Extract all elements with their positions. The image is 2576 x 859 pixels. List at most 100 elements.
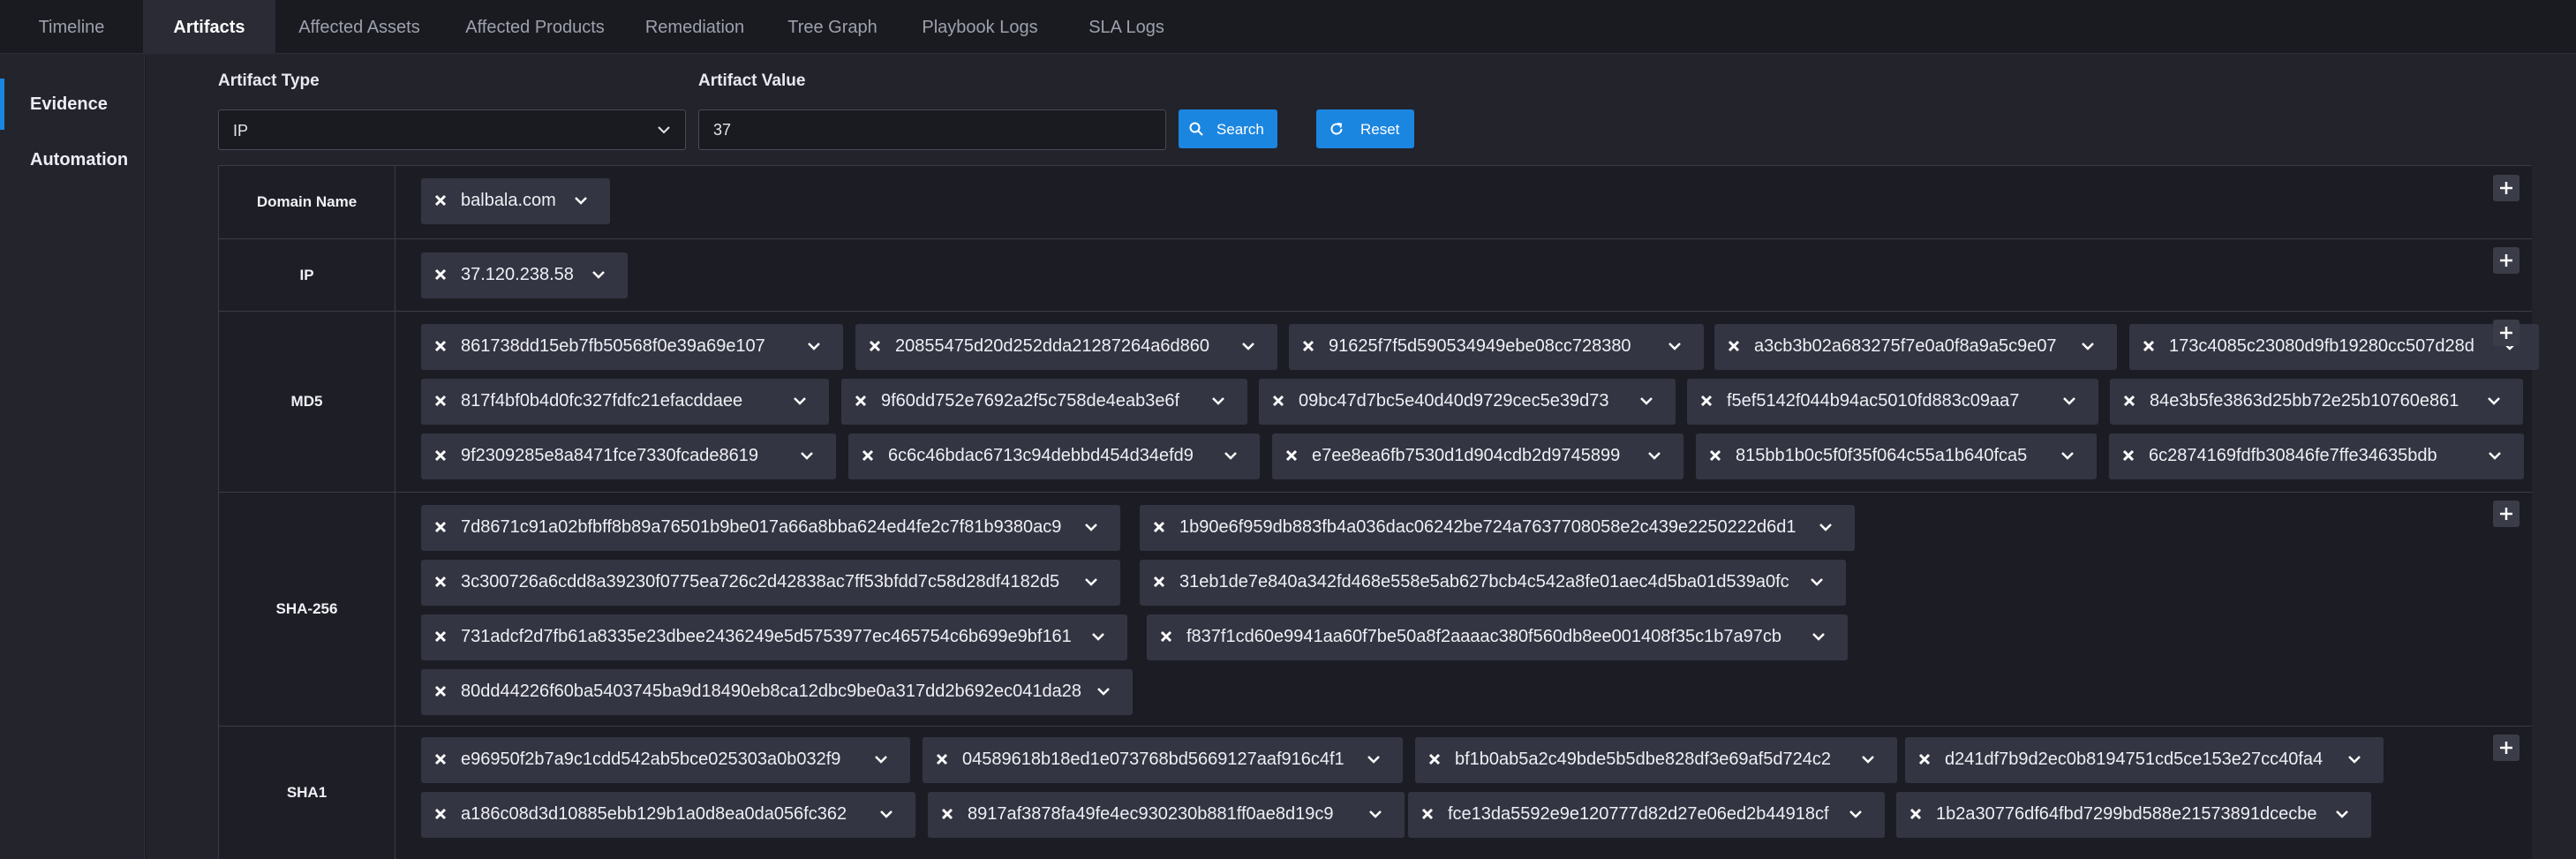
tab-timeline[interactable]: Timeline bbox=[19, 0, 124, 54]
tab-artifacts[interactable]: Artifacts bbox=[143, 0, 275, 54]
chevron-down-icon[interactable] bbox=[1083, 521, 1099, 535]
close-icon[interactable] bbox=[940, 807, 954, 821]
artifact-tag[interactable]: bf1b0ab5a2c49bde5b5dbe828df3e69af5d724c2 bbox=[1415, 737, 1897, 783]
close-icon[interactable] bbox=[1699, 394, 1714, 408]
chevron-down-icon[interactable] bbox=[1646, 449, 1662, 463]
chevron-down-icon[interactable] bbox=[1366, 753, 1382, 767]
close-icon[interactable] bbox=[1159, 629, 1173, 644]
close-icon[interactable] bbox=[1427, 752, 1442, 766]
close-icon[interactable] bbox=[868, 339, 882, 353]
chevron-down-icon[interactable] bbox=[1860, 753, 1876, 767]
artifact-tag[interactable]: 84e3b5fe3863d25bb72e25b10760e861 bbox=[2110, 379, 2523, 425]
artifact-tag[interactable]: f837f1cd60e9941aa60f7be50a8f2aaaac380f56… bbox=[1147, 614, 1848, 660]
tab-sla-logs[interactable]: SLA Logs bbox=[1082, 0, 1171, 54]
artifact-tag[interactable]: fce13da5592e9e120777d82d27e06ed2b44918cf bbox=[1408, 792, 1885, 838]
artifact-tag[interactable]: 731adcf2d7fb61a8335e23dbee2436249e5d5753… bbox=[421, 614, 1127, 660]
artifact-tag[interactable]: e7ee8ea6fb7530d1d904cdb2d9745899 bbox=[1272, 433, 1683, 479]
artifact-tag[interactable]: 91625f7f5d590534949ebe08cc728380 bbox=[1289, 324, 1704, 370]
artifact-value-input[interactable] bbox=[698, 109, 1166, 150]
artifact-tag[interactable]: 1b90e6f959db883fb4a036dac06242be724a7637… bbox=[1140, 505, 1855, 551]
close-icon[interactable] bbox=[1708, 448, 1722, 463]
close-icon[interactable] bbox=[433, 339, 448, 353]
close-icon[interactable] bbox=[1909, 807, 1923, 821]
close-icon[interactable] bbox=[2121, 448, 2135, 463]
close-icon[interactable] bbox=[1420, 807, 1435, 821]
chevron-down-icon[interactable] bbox=[1848, 808, 1864, 822]
close-icon[interactable] bbox=[1301, 339, 1315, 353]
close-icon[interactable] bbox=[433, 684, 448, 698]
close-icon[interactable] bbox=[2122, 394, 2136, 408]
chevron-down-icon[interactable] bbox=[591, 268, 606, 283]
chevron-down-icon[interactable] bbox=[1809, 576, 1825, 590]
close-icon[interactable] bbox=[1727, 339, 1741, 353]
chevron-down-icon[interactable] bbox=[2346, 753, 2362, 767]
chevron-down-icon[interactable] bbox=[2487, 449, 2503, 463]
chevron-down-icon[interactable] bbox=[878, 808, 894, 822]
artifact-tag[interactable]: e96950f2b7a9c1cdd542ab5bce025303a0b032f9 bbox=[421, 737, 910, 783]
artifact-tag[interactable]: f5ef5142f044b94ac5010fd883c09aa7 bbox=[1687, 379, 2098, 425]
chevron-down-icon[interactable] bbox=[1210, 395, 1226, 409]
chevron-down-icon[interactable] bbox=[2080, 340, 2096, 354]
artifact-tag[interactable]: 04589618b18ed1e073768bd5669127aaf916c4f1 bbox=[923, 737, 1403, 783]
artifact-tag[interactable]: 815bb1b0c5f0f35f064c55a1b640fca5 bbox=[1696, 433, 2097, 479]
chevron-down-icon[interactable] bbox=[1638, 395, 1654, 409]
chevron-down-icon[interactable] bbox=[873, 753, 889, 767]
artifact-tag[interactable]: a3cb3b02a683275f7e0a0f8a9a5c9e07 bbox=[1714, 324, 2117, 370]
chevron-down-icon[interactable] bbox=[799, 449, 815, 463]
add-artifact-button[interactable] bbox=[2493, 501, 2520, 527]
tab-remediation[interactable]: Remediation bbox=[643, 0, 747, 54]
close-icon[interactable] bbox=[1917, 752, 1932, 766]
chevron-down-icon[interactable] bbox=[1083, 576, 1099, 590]
artifact-tag[interactable]: 31eb1de7e840a342fd468e558e5ab627bcb4c542… bbox=[1140, 560, 1846, 606]
search-button[interactable]: Search bbox=[1179, 109, 1277, 148]
artifact-tag[interactable]: 37.120.238.58 bbox=[421, 252, 628, 298]
artifact-tag[interactable]: 8917af3878fa49fe4ec930230b881ff0ae8d19c9 bbox=[928, 792, 1405, 838]
artifact-tag[interactable]: 80dd44226f60ba5403745ba9d18490eb8ca12dbc… bbox=[421, 669, 1133, 715]
artifact-tag[interactable]: 9f60dd752e7692a2f5c758de4eab3e6f bbox=[841, 379, 1247, 425]
sidenav-item-automation[interactable]: Automation bbox=[0, 134, 145, 185]
close-icon[interactable] bbox=[1152, 575, 1166, 589]
chevron-down-icon[interactable] bbox=[1240, 340, 1256, 354]
chevron-down-icon[interactable] bbox=[1667, 340, 1683, 354]
chevron-down-icon[interactable] bbox=[1223, 449, 1239, 463]
tab-playbook-logs[interactable]: Playbook Logs bbox=[918, 0, 1042, 54]
chevron-down-icon[interactable] bbox=[1096, 685, 1111, 699]
close-icon[interactable] bbox=[433, 807, 448, 821]
tab-affected-products[interactable]: Affected Products bbox=[459, 0, 611, 54]
artifact-tag[interactable]: d241df7b9d2ec0b8194751cd5ce153e27cc40fa4 bbox=[1905, 737, 2384, 783]
chevron-down-icon[interactable] bbox=[2060, 449, 2075, 463]
close-icon[interactable] bbox=[433, 448, 448, 463]
reset-button[interactable]: Reset bbox=[1316, 109, 1414, 148]
artifact-tag[interactable]: 6c6c46bdac6713c94debbd454d34efd9 bbox=[848, 433, 1260, 479]
chevron-down-icon[interactable] bbox=[1090, 630, 1106, 644]
artifact-tag[interactable]: 817f4bf0b4d0fc327fdfc21efacddaee bbox=[421, 379, 829, 425]
close-icon[interactable] bbox=[1284, 448, 1299, 463]
close-icon[interactable] bbox=[935, 752, 949, 766]
artifact-tag[interactable]: 20855475d20d252dda21287264a6d860 bbox=[855, 324, 1277, 370]
chevron-down-icon[interactable] bbox=[806, 340, 822, 354]
artifact-type-select[interactable]: IP bbox=[218, 109, 686, 150]
tab-affected-assets[interactable]: Affected Assets bbox=[293, 0, 426, 54]
close-icon[interactable] bbox=[433, 575, 448, 589]
close-icon[interactable] bbox=[861, 448, 875, 463]
chevron-down-icon[interactable] bbox=[1811, 630, 1827, 644]
close-icon[interactable] bbox=[433, 267, 448, 282]
close-icon[interactable] bbox=[854, 394, 868, 408]
close-icon[interactable] bbox=[433, 394, 448, 408]
artifact-tag[interactable]: balbala.com bbox=[421, 178, 610, 224]
close-icon[interactable] bbox=[433, 520, 448, 534]
close-icon[interactable] bbox=[1271, 394, 1285, 408]
chevron-down-icon[interactable] bbox=[573, 194, 589, 208]
artifact-tag[interactable]: 9f2309285e8a8471fce7330fcade8619 bbox=[421, 433, 836, 479]
artifact-tag[interactable]: 09bc47d7bc5e40d40d9729cec5e39d73 bbox=[1259, 379, 1676, 425]
chevron-down-icon[interactable] bbox=[792, 395, 808, 409]
sidenav-item-evidence[interactable]: Evidence bbox=[0, 79, 145, 130]
chevron-down-icon[interactable] bbox=[2061, 395, 2077, 409]
artifact-tag[interactable]: 7d8671c91a02bfbff8b89a76501b9be017a66a8b… bbox=[421, 505, 1120, 551]
chevron-down-icon[interactable] bbox=[2334, 808, 2350, 822]
close-icon[interactable] bbox=[433, 629, 448, 644]
artifact-tag[interactable]: 6c2874169fdfb30846fe7ffe34635bdb bbox=[2109, 433, 2524, 479]
artifact-tag[interactable]: 861738dd15eb7fb50568f0e39a69e107 bbox=[421, 324, 843, 370]
chevron-down-icon[interactable] bbox=[1367, 808, 1383, 822]
chevron-down-icon[interactable] bbox=[1818, 521, 1834, 535]
